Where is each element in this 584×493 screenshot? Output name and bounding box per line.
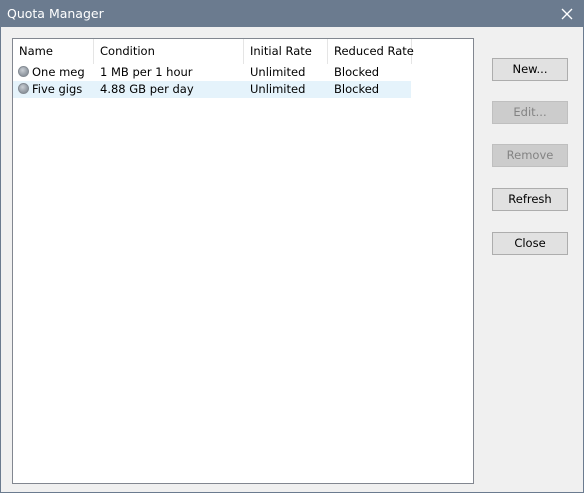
column-header-initial-rate[interactable]: Initial Rate (244, 39, 328, 64)
table-header: Name Condition Initial Rate Reduced Rate (13, 39, 473, 64)
column-header-name[interactable]: Name (13, 39, 94, 64)
row-condition: 1 MB per 1 hour (100, 65, 193, 79)
edit-button[interactable]: Edit... (492, 101, 568, 124)
new-button[interactable]: New... (492, 58, 568, 81)
status-circle-icon (18, 83, 29, 94)
row-initial-rate: Unlimited (250, 65, 306, 79)
status-circle-icon (18, 66, 29, 77)
remove-button[interactable]: Remove (492, 144, 568, 167)
row-reduced-rate: Blocked (334, 82, 380, 96)
column-header-condition[interactable]: Condition (94, 39, 244, 64)
table-row-selected[interactable]: Five gigs 4.88 GB per day Unlimited Bloc… (13, 81, 411, 98)
row-reduced-rate: Blocked (334, 65, 380, 79)
window-close-button[interactable] (551, 1, 583, 27)
column-header-reduced-rate[interactable]: Reduced Rate (328, 39, 414, 64)
close-icon (561, 8, 573, 20)
quota-list[interactable]: Name Condition Initial Rate Reduced Rate… (12, 38, 474, 484)
close-button[interactable]: Close (492, 232, 568, 255)
window-title: Quota Manager (7, 6, 104, 21)
refresh-button[interactable]: Refresh (492, 188, 568, 211)
row-initial-rate: Unlimited (250, 82, 306, 96)
row-name: One meg (32, 65, 85, 79)
title-bar[interactable]: Quota Manager (1, 1, 583, 27)
row-name: Five gigs (32, 82, 83, 96)
quota-manager-window: Quota Manager Name Condition Initial Rat… (0, 0, 584, 493)
table-row[interactable]: One meg 1 MB per 1 hour Unlimited Blocke… (13, 64, 411, 81)
row-condition: 4.88 GB per day (100, 82, 194, 96)
